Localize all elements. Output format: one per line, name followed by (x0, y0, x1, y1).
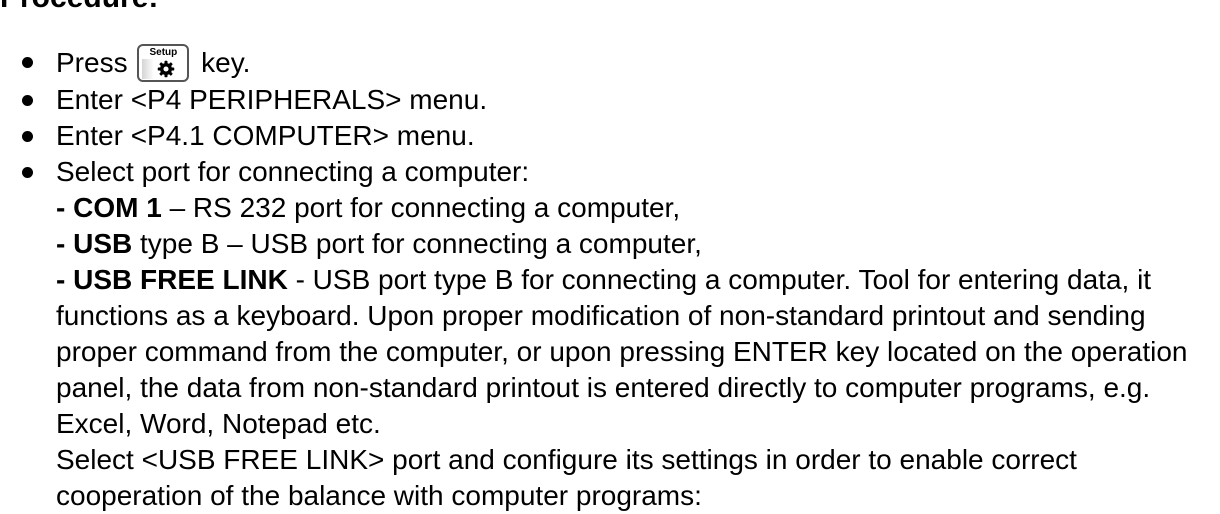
list-item-press-setup: Press Setup key. (0, 44, 1215, 82)
port-option-name: USB (73, 228, 133, 259)
port-option-dash: - (56, 192, 74, 223)
list-item-select-port: Select port for connecting a computer: -… (0, 154, 1215, 514)
bullet-icon (22, 57, 33, 68)
port-option-dash: - (56, 228, 74, 259)
enter-computer-text: Enter <P4.1 COMPUTER> menu. (56, 120, 475, 151)
port-option-com1: - COM 1 – RS 232 port for connecting a c… (56, 190, 1215, 226)
procedure-list: Press Setup key. Enter <P4 PERIPHERALS> … (0, 44, 1215, 514)
bullet-icon (22, 167, 33, 178)
gear-icon (158, 60, 175, 78)
enter-peripherals-text: Enter <P4 PERIPHERALS> menu. (56, 84, 488, 115)
port-option-usb: - USB type B – USB port for connecting a… (56, 226, 1215, 262)
setup-key-label: Setup (149, 47, 178, 58)
port-option-name: COM 1 (73, 192, 162, 223)
setup-key: Setup (137, 44, 190, 82)
port-option-dash: - (56, 264, 74, 295)
setup-key-shade (142, 59, 155, 79)
document-page: Procedure: Press Setup k (0, 0, 1220, 512)
key-text: key. (201, 47, 251, 78)
press-text: Press (56, 47, 128, 78)
bullet-icon (22, 131, 33, 142)
select-port-intro: Select port for connecting a computer: (56, 156, 530, 187)
port-option-name: USB FREE LINK (73, 264, 288, 295)
section-heading: Procedure: (0, 0, 158, 18)
bullet-icon (22, 95, 33, 106)
list-item-enter-peripherals: Enter <P4 PERIPHERALS> menu. (0, 82, 1215, 118)
usb-free-link-note: Select <USB FREE LINK> port and configur… (56, 444, 1077, 511)
list-item-enter-computer: Enter <P4.1 COMPUTER> menu. (0, 118, 1215, 154)
port-option-usb-free-link: - USB FREE LINK - USB port type B for co… (56, 262, 1215, 442)
port-option-description: – RS 232 port for connecting a computer, (161, 192, 681, 223)
port-option-description: type B – USB port for connecting a compu… (132, 228, 702, 259)
